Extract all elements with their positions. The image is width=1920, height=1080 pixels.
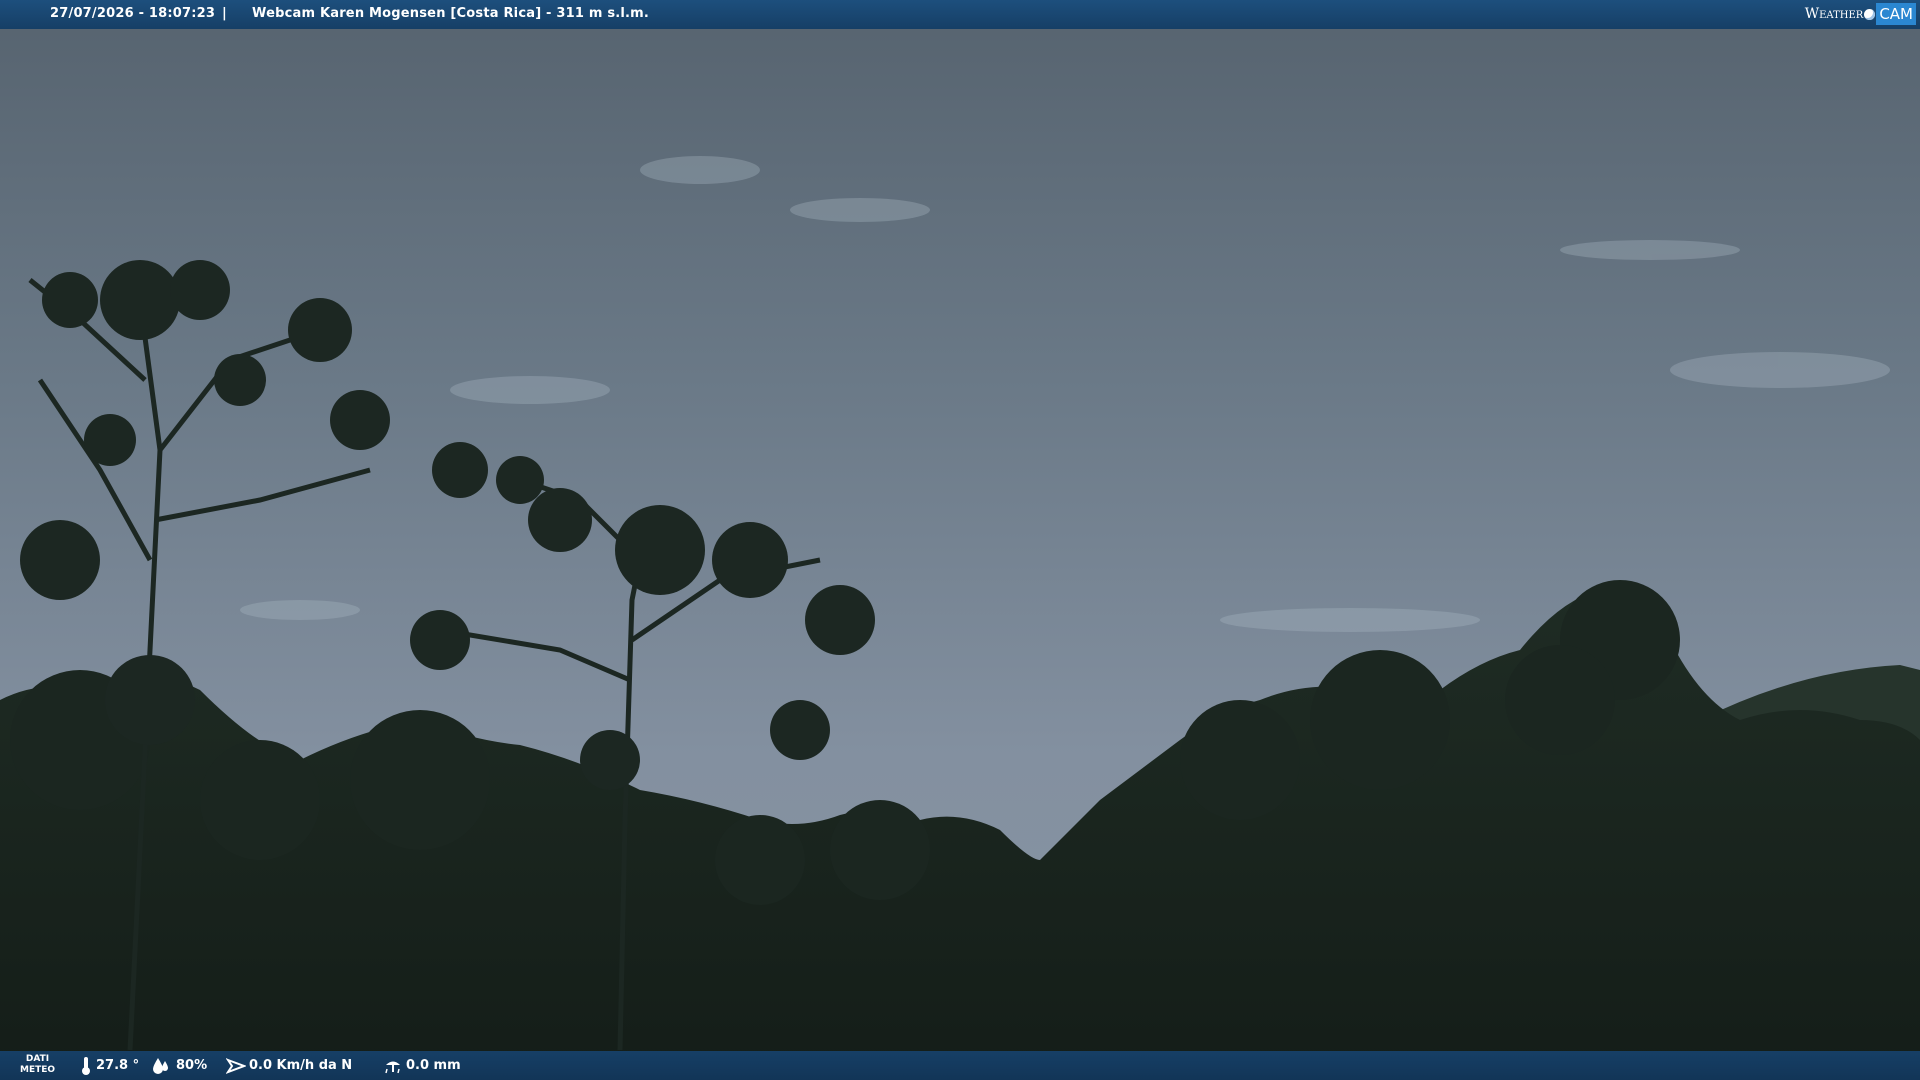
webcam-scene [0, 0, 1920, 1080]
logo-weather-text: Weather [1804, 6, 1864, 22]
dati-meteo-label: DATI METEO [20, 1054, 55, 1076]
logo-dot-icon [1864, 8, 1876, 20]
humidity-value: 80% [176, 1058, 208, 1073]
webcam-title: Webcam Karen Mogensen [Costa Rica] - 311… [252, 6, 650, 21]
separator: | [222, 6, 227, 21]
dati-line2: METEO [20, 1065, 56, 1075]
rain-value: 0.0 mm [406, 1058, 461, 1073]
top-info-bar: 27/07/2026 - 18:07:23 | Webcam Karen Mog… [0, 0, 1920, 29]
wind-value: 0.0 Km/h da N [249, 1058, 353, 1073]
temperature-value: 27.8 ° [96, 1058, 140, 1073]
thermometer-icon [82, 1057, 90, 1075]
datetime: 27/07/2026 - 18:07:23 [50, 6, 216, 21]
dati-line1: DATI [25, 1054, 50, 1064]
weathercam-logo: Weather CAM [1805, 3, 1916, 25]
humidity-drop-icon [153, 1058, 168, 1074]
weather-data-bar: DATI METEO 27.8 ° 80% 0.0 Km/h da N 0.0 … [0, 1051, 1920, 1080]
logo-cam-text: CAM [1876, 3, 1916, 25]
rain-icon [385, 1061, 400, 1074]
wind-icon [226, 1058, 246, 1074]
